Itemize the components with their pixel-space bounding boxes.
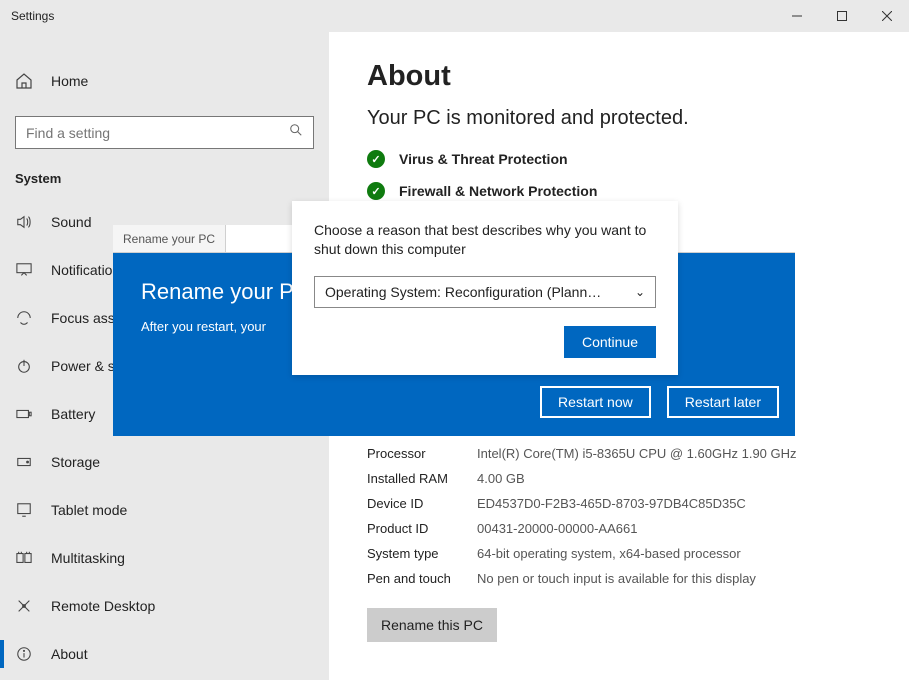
chevron-down-icon: ⌄ [635, 285, 645, 299]
maximize-button[interactable] [819, 0, 864, 32]
sidebar-item-label: Storage [51, 454, 100, 470]
check-icon: ✓ [367, 150, 385, 168]
select-value: Operating System: Reconfiguration (Plann… [325, 284, 601, 300]
spec-key: System type [367, 546, 477, 561]
spec-key: Product ID [367, 521, 477, 536]
spec-row: ProcessorIntel(R) Core(TM) i5-8365U CPU … [367, 446, 871, 461]
spec-row: Pen and touchNo pen or touch input is av… [367, 571, 871, 586]
sidebar-item-label: Remote Desktop [51, 598, 155, 614]
spec-row: System type64-bit operating system, x64-… [367, 546, 871, 561]
tablet-icon [15, 501, 33, 519]
page-subtitle: Your PC is monitored and protected. [367, 107, 871, 130]
battery-icon [15, 405, 33, 423]
spec-row: Installed RAM4.00 GB [367, 471, 871, 486]
sidebar-item-about[interactable]: About [0, 630, 329, 678]
shutdown-reason-popup: Choose a reason that best describes why … [292, 201, 678, 375]
device-specs: ProcessorIntel(R) Core(TM) i5-8365U CPU … [367, 446, 871, 586]
sidebar-item-remote-desktop[interactable]: Remote Desktop [0, 582, 329, 630]
protection-row: ✓ Virus & Threat Protection [367, 150, 871, 168]
spec-value: 4.00 GB [477, 471, 525, 486]
spec-value: 64-bit operating system, x64-based proce… [477, 546, 741, 561]
sidebar-item-tablet-mode[interactable]: Tablet mode [0, 486, 329, 534]
multitasking-icon [15, 549, 33, 567]
spec-value: Intel(R) Core(TM) i5-8365U CPU @ 1.60GHz… [477, 446, 797, 461]
spec-value: 00431-20000-00000-AA661 [477, 521, 637, 536]
notifications-icon [15, 261, 33, 279]
window-title: Settings [11, 9, 54, 23]
dialog-tab[interactable]: Rename your PC [113, 225, 226, 252]
rename-this-pc-button[interactable]: Rename this PC [367, 608, 497, 642]
sidebar-section-title: System [0, 149, 329, 198]
page-title: About [367, 60, 871, 93]
remote-desktop-icon [15, 597, 33, 615]
search-input-container[interactable] [15, 116, 314, 149]
sidebar-item-label: Sound [51, 214, 91, 230]
continue-button[interactable]: Continue [564, 326, 656, 358]
spec-key: Device ID [367, 496, 477, 511]
spec-key: Pen and touch [367, 571, 477, 586]
title-bar: Settings [0, 0, 909, 32]
spec-value: No pen or touch input is available for t… [477, 571, 756, 586]
storage-icon [15, 453, 33, 471]
spec-row: Device IDED4537D0-F2B3-465D-8703-97DB4C8… [367, 496, 871, 511]
sidebar-item-label: Battery [51, 406, 95, 422]
info-icon [15, 645, 33, 663]
check-icon: ✓ [367, 182, 385, 200]
sidebar-home[interactable]: Home [0, 60, 329, 102]
sidebar-item-storage[interactable]: Storage [0, 438, 329, 486]
spec-value: ED4537D0-F2B3-465D-8703-97DB4C85D35C [477, 496, 746, 511]
shutdown-reason-select[interactable]: Operating System: Reconfiguration (Plann… [314, 276, 656, 308]
home-icon [15, 72, 33, 90]
close-button[interactable] [864, 0, 909, 32]
protection-label: Firewall & Network Protection [399, 183, 597, 199]
sidebar-home-label: Home [51, 73, 88, 89]
sidebar-item-label: Tablet mode [51, 502, 127, 518]
spec-key: Installed RAM [367, 471, 477, 486]
restart-later-button[interactable]: Restart later [667, 386, 779, 418]
protection-row: ✓ Firewall & Network Protection [367, 182, 871, 200]
spec-row: Product ID00431-20000-00000-AA661 [367, 521, 871, 536]
sound-icon [15, 213, 33, 231]
sidebar-item-multitasking[interactable]: Multitasking [0, 534, 329, 582]
focus-assist-icon [15, 309, 33, 327]
restart-now-button[interactable]: Restart now [540, 386, 651, 418]
window-controls [774, 0, 909, 32]
dialog-buttons: Restart now Restart later [540, 386, 779, 418]
minimize-button[interactable] [774, 0, 819, 32]
search-icon [289, 123, 303, 142]
spec-key: Processor [367, 446, 477, 461]
sidebar-item-label: Multitasking [51, 550, 125, 566]
sidebar-item-label: About [51, 646, 88, 662]
power-icon [15, 357, 33, 375]
search-input[interactable] [26, 125, 289, 141]
protection-label: Virus & Threat Protection [399, 151, 568, 167]
shutdown-prompt: Choose a reason that best describes why … [314, 221, 656, 260]
